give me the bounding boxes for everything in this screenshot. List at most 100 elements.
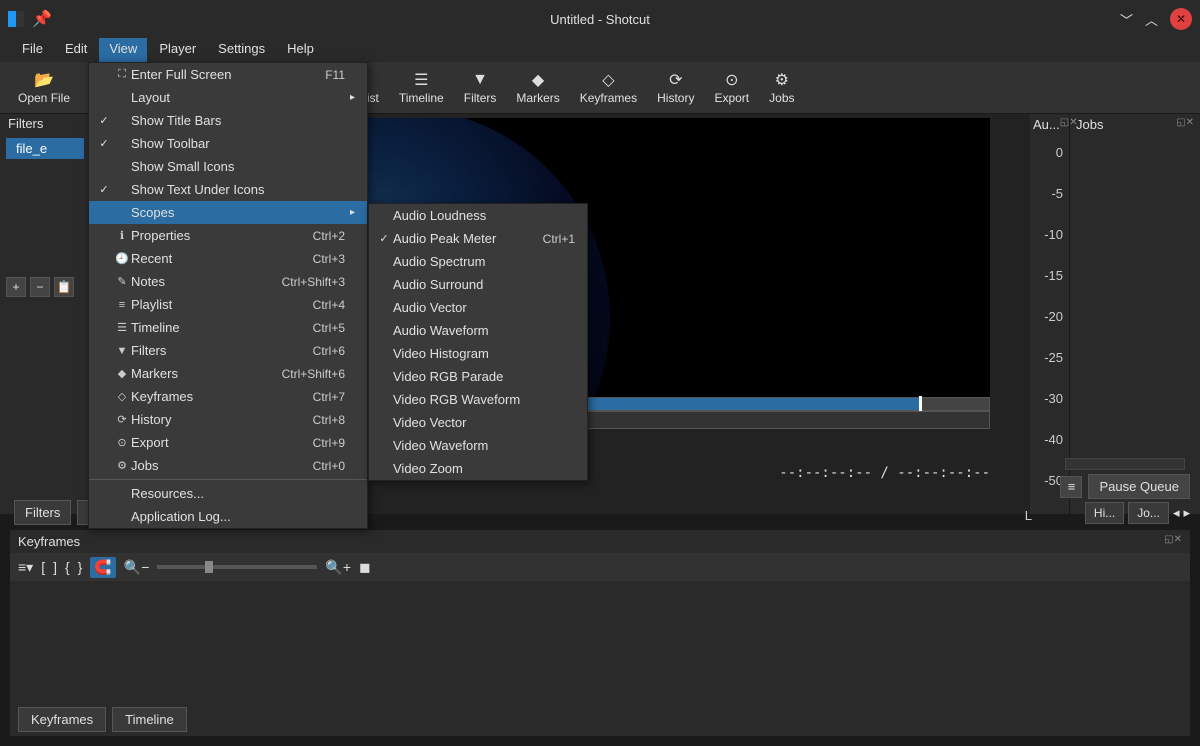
audio-meter-title: Au...: [1033, 117, 1060, 132]
audio-meter-scale: 0-5-10-15-20-25-30-40-50: [1030, 145, 1069, 488]
history-tab[interactable]: Hi...: [1085, 502, 1124, 524]
scopes-audio-peak-meter[interactable]: ✓Audio Peak MeterCtrl+1: [369, 227, 587, 250]
pause-queue-button[interactable]: Pause Queue: [1088, 474, 1190, 499]
view-menu-keyframes[interactable]: ◇KeyframesCtrl+7: [89, 385, 367, 408]
filters-panel-title: Filters: [0, 114, 90, 136]
copy-filter-button[interactable]: 📋: [54, 277, 74, 297]
menubar: File Edit View Player Settings Help: [0, 38, 1200, 62]
keyframes-bottom-tab[interactable]: Keyframes: [18, 707, 106, 732]
toolbar-timeline[interactable]: ☰Timeline: [389, 67, 454, 109]
view-menu-history[interactable]: ⟳HistoryCtrl+8: [89, 408, 367, 431]
kf-zoom-in[interactable]: 🔍+: [325, 559, 351, 576]
keyframes-undock-icon[interactable]: ◱✕: [1164, 534, 1182, 549]
scopes-audio-waveform[interactable]: Audio Waveform: [369, 319, 587, 342]
kf-bracket-close[interactable]: ]: [53, 559, 57, 575]
tab-nav-left[interactable]: ◂: [1173, 505, 1180, 521]
maximize-icon[interactable]: ︿: [1145, 10, 1158, 29]
toolbar-open-file[interactable]: 📂Open File: [8, 67, 80, 109]
scopes-video-rgb-parade[interactable]: Video RGB Parade: [369, 365, 587, 388]
kf-menu-button[interactable]: ≡▾: [18, 559, 33, 576]
pin-icon[interactable]: 📌: [32, 9, 52, 29]
toolbar-icon: ▼: [472, 71, 488, 89]
toolbar-export[interactable]: ⊙Export: [704, 67, 759, 109]
kf-brace-open[interactable]: {: [65, 559, 70, 575]
toolbar-jobs[interactable]: ⚙Jobs: [759, 67, 804, 109]
titlebar: 📌 Untitled - Shotcut ﹀ ︿ ✕: [0, 0, 1200, 38]
view-menu-scopes[interactable]: Scopes▸: [89, 201, 367, 224]
view-menu-resources-[interactable]: Resources...: [89, 482, 367, 505]
scopes-video-rgb-waveform[interactable]: Video RGB Waveform: [369, 388, 587, 411]
scopes-submenu: Audio Loudness✓Audio Peak MeterCtrl+1Aud…: [368, 203, 588, 481]
toolbar-keyframes[interactable]: ◇Keyframes: [570, 67, 647, 109]
view-menu-playlist[interactable]: ≡PlaylistCtrl+4: [89, 293, 367, 316]
toolbar-filters[interactable]: ▼Filters: [454, 67, 507, 109]
menu-view[interactable]: View: [99, 38, 147, 62]
keyframes-title: Keyframes: [18, 534, 80, 549]
view-menu-dropdown: ⛶Enter Full ScreenF11Layout▸✓Show Title …: [88, 62, 368, 529]
filter-file-item[interactable]: file_e: [6, 138, 84, 159]
view-menu-show-small-icons[interactable]: Show Small Icons: [89, 155, 367, 178]
kf-snap-button[interactable]: 🧲: [90, 557, 115, 578]
kf-zoom-slider[interactable]: [157, 565, 317, 569]
view-menu-filters[interactable]: ▼FiltersCtrl+6: [89, 339, 367, 362]
toolbar-icon: ☰: [414, 71, 428, 89]
jobs-menu-button[interactable]: ≡: [1060, 476, 1082, 498]
view-menu-layout[interactable]: Layout▸: [89, 86, 367, 109]
view-menu-properties[interactable]: ℹPropertiesCtrl+2: [89, 224, 367, 247]
menu-player[interactable]: Player: [149, 38, 206, 62]
toolbar-history[interactable]: ⟳History: [647, 67, 704, 109]
kf-bracket-open[interactable]: [: [41, 559, 45, 575]
tab-nav-right[interactable]: ▸: [1183, 505, 1190, 521]
meter-tick: -5: [1051, 186, 1063, 201]
toolbar-icon: ⊙: [725, 71, 738, 89]
view-menu-enter-full-screen[interactable]: ⛶Enter Full ScreenF11: [89, 63, 367, 86]
toolbar-icon: ⚙: [775, 71, 789, 89]
close-icon[interactable]: ✕: [1170, 8, 1192, 30]
view-menu-show-text-under-icons[interactable]: ✓Show Text Under Icons: [89, 178, 367, 201]
view-menu-markers[interactable]: ◆MarkersCtrl+Shift+6: [89, 362, 367, 385]
remove-filter-button[interactable]: −: [30, 277, 50, 297]
minimize-icon[interactable]: ﹀: [1120, 10, 1133, 29]
menu-settings[interactable]: Settings: [208, 38, 275, 62]
scopes-audio-loudness[interactable]: Audio Loudness: [369, 204, 587, 227]
view-menu-show-title-bars[interactable]: ✓Show Title Bars: [89, 109, 367, 132]
jobs-undock-icon[interactable]: ◱✕: [1176, 117, 1194, 132]
view-menu-notes[interactable]: ✎NotesCtrl+Shift+3: [89, 270, 367, 293]
scopes-video-waveform[interactable]: Video Waveform: [369, 434, 587, 457]
menu-file[interactable]: File: [12, 38, 53, 62]
menu-help[interactable]: Help: [277, 38, 324, 62]
view-menu-application-log-[interactable]: Application Log...: [89, 505, 367, 528]
meter-tick: -30: [1044, 391, 1063, 406]
toolbar-icon: ◆: [532, 71, 544, 89]
meter-tick: -40: [1044, 432, 1063, 447]
filters-tab[interactable]: Filters: [14, 500, 71, 525]
scopes-audio-vector[interactable]: Audio Vector: [369, 296, 587, 319]
jobs-panel-title: Jobs: [1076, 117, 1103, 132]
meter-tick: -15: [1044, 268, 1063, 283]
scopes-audio-surround[interactable]: Audio Surround: [369, 273, 587, 296]
view-menu-export[interactable]: ⊙ExportCtrl+9: [89, 431, 367, 454]
add-filter-button[interactable]: +: [6, 277, 26, 297]
toolbar-markers[interactable]: ◆Markers: [506, 67, 569, 109]
scopes-audio-spectrum[interactable]: Audio Spectrum: [369, 250, 587, 273]
menu-edit[interactable]: Edit: [55, 38, 97, 62]
kf-zoom-out[interactable]: 🔍−: [124, 559, 150, 576]
toolbar-icon: ⟳: [669, 71, 682, 89]
scopes-video-zoom[interactable]: Video Zoom: [369, 457, 587, 480]
app-icon: [8, 11, 24, 27]
jobs-tab[interactable]: Jo...: [1128, 502, 1169, 524]
view-menu-jobs[interactable]: ⚙JobsCtrl+0: [89, 454, 367, 477]
timeline-bottom-tab[interactable]: Timeline: [112, 707, 187, 732]
view-menu-recent[interactable]: 🕘RecentCtrl+3: [89, 247, 367, 270]
meter-tick: -25: [1044, 350, 1063, 365]
meter-tick: 0: [1056, 145, 1063, 160]
kf-brace-close[interactable]: }: [78, 559, 83, 575]
scopes-video-histogram[interactable]: Video Histogram: [369, 342, 587, 365]
meter-tick: -20: [1044, 309, 1063, 324]
view-menu-show-toolbar[interactable]: ✓Show Toolbar: [89, 132, 367, 155]
jobs-scrollbar[interactable]: [1065, 458, 1185, 470]
kf-fit-button[interactable]: ◼: [359, 559, 371, 576]
view-menu-timeline[interactable]: ☰TimelineCtrl+5: [89, 316, 367, 339]
inout-timecode: --:--:--:-- / --:--:--:--: [779, 465, 990, 481]
scopes-video-vector[interactable]: Video Vector: [369, 411, 587, 434]
